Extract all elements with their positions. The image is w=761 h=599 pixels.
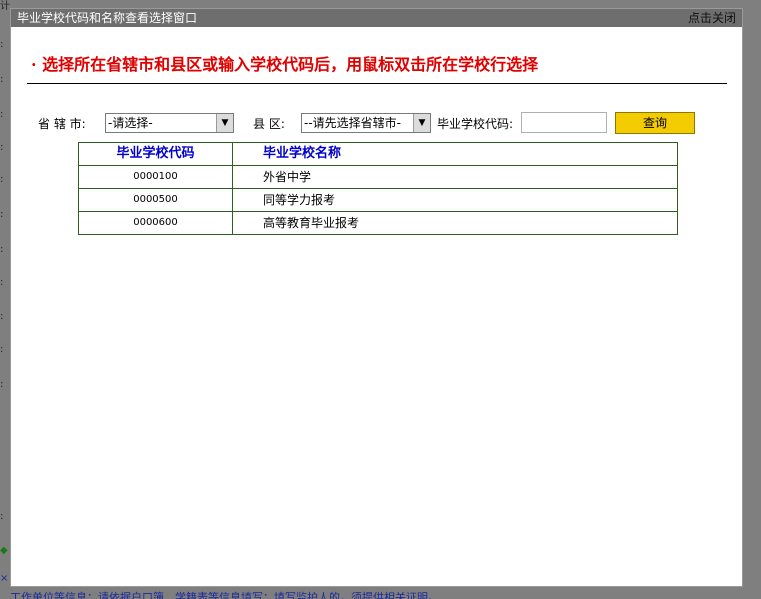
county-label: 县 区: <box>253 117 285 131</box>
close-link[interactable]: 点击关闭 <box>688 9 736 27</box>
background-char: : <box>0 142 4 153</box>
county-select-value: --请先选择省辖市- <box>304 116 401 130</box>
school-name-cell: 同等学力报考 <box>232 188 678 212</box>
table-header-row: 毕业学校代码 毕业学校名称 <box>78 142 678 166</box>
column-header-name: 毕业学校名称 <box>232 142 678 166</box>
school-name-cell: 外省中学 <box>232 165 678 189</box>
school-name-cell: 高等教育毕业报考 <box>232 211 678 235</box>
filter-bar: 省 辖 市: -请选择- ▼ 县 区: --请先选择省辖市- ▼ 毕业学校代码:… <box>11 111 742 135</box>
city-select[interactable]: -请选择- ▼ <box>105 113 234 133</box>
school-code-cell: 0000100 <box>78 165 233 189</box>
school-code-label: 毕业学校代码: <box>437 117 514 131</box>
city-select-value: -请选择- <box>108 116 153 130</box>
chevron-down-icon: ▼ <box>216 114 233 132</box>
background-char: : <box>0 244 4 255</box>
school-code-cell: 0000500 <box>78 188 233 212</box>
chevron-down-icon: ▼ <box>413 114 430 132</box>
background-char: 计 <box>0 1 10 12</box>
divider <box>27 83 727 84</box>
background-char: : <box>0 209 4 220</box>
background-char: : <box>0 379 4 390</box>
school-table: 毕业学校代码 毕业学校名称 0000100 外省中学 0000500 同等学力报… <box>78 142 678 235</box>
background-char: : <box>0 74 4 85</box>
school-code-dialog: 毕业学校代码和名称查看选择窗口 点击关闭 · 选择所在省辖市和县区或输入学校代码… <box>10 8 743 587</box>
table-row[interactable]: 0000500 同等学力报考 <box>78 188 678 212</box>
background-char: ◆ <box>0 545 8 556</box>
query-button[interactable]: 查询 <box>615 112 695 134</box>
background-char: × <box>0 573 9 584</box>
background-char: : <box>0 277 4 288</box>
background-left-strip: 计 : : : : : : : : : : : : ◆ × <box>0 0 10 599</box>
background-char: : <box>0 174 4 185</box>
city-label: 省 辖 市: <box>38 117 86 131</box>
school-code-cell: 0000600 <box>78 211 233 235</box>
background-char: : <box>0 311 4 322</box>
background-form-note: 工作单位等信息：请依据户口簿、学籍表等信息填写；填写监护人的，须提供相关证明。 <box>10 591 439 599</box>
county-select[interactable]: --请先选择省辖市- ▼ <box>301 113 431 133</box>
background-char: : <box>0 511 4 522</box>
instruction-text: · 选择所在省辖市和县区或输入学校代码后，用鼠标双击所在学校行选择 <box>31 55 539 74</box>
school-code-input[interactable] <box>521 112 607 133</box>
table-row[interactable]: 0000600 高等教育毕业报考 <box>78 211 678 235</box>
background-char: : <box>0 39 4 50</box>
table-row[interactable]: 0000100 外省中学 <box>78 165 678 189</box>
dialog-titlebar: 毕业学校代码和名称查看选择窗口 点击关闭 <box>11 9 742 27</box>
column-header-code: 毕业学校代码 <box>78 142 233 166</box>
background-char: : <box>0 344 4 355</box>
dialog-title: 毕业学校代码和名称查看选择窗口 <box>17 11 198 25</box>
background-char: : <box>0 109 4 120</box>
